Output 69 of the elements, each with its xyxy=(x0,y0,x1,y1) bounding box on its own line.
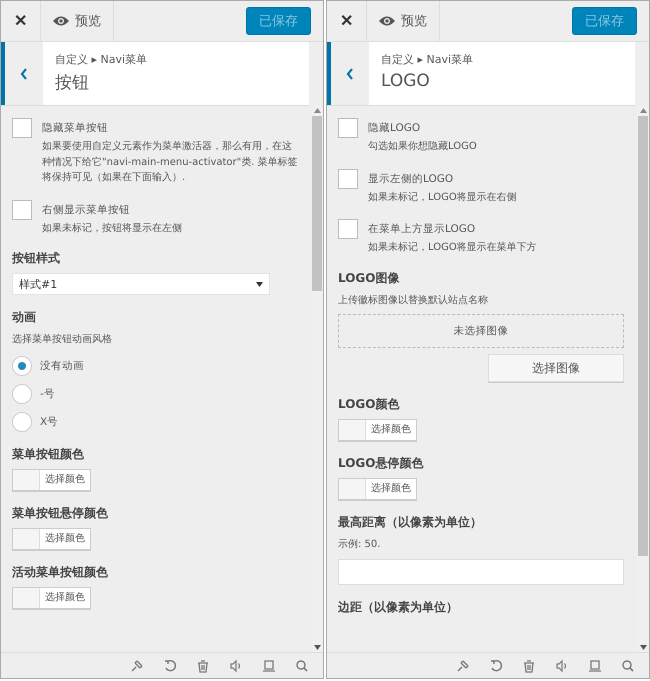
eye-icon xyxy=(379,16,395,26)
setting-title: 动画 xyxy=(12,309,36,326)
checkbox[interactable] xyxy=(12,200,32,220)
speaker-icon[interactable] xyxy=(555,658,569,672)
scroll-down-icon[interactable] xyxy=(640,645,646,650)
section-title: 按钮 xyxy=(55,72,90,94)
trash-icon[interactable] xyxy=(196,658,210,672)
image-upload-field[interactable]: 未选择图像 xyxy=(338,314,624,348)
setting-title: 边距（以像素为单位） xyxy=(338,598,458,616)
speaker-icon[interactable] xyxy=(229,658,243,672)
scrollbar[interactable] xyxy=(637,106,649,652)
chevron-left-icon xyxy=(346,68,354,80)
back-button[interactable] xyxy=(327,42,369,105)
back-button[interactable] xyxy=(1,42,43,105)
radio-label: X号 xyxy=(40,414,58,428)
description: 如果要使用自定义元素作为菜单激活器，那么有用，在这种情况下给它"navi-main-menu-activator"类. 菜单标签将保持可见（如果在下面输入）. xyxy=(42,140,299,185)
search-icon[interactable] xyxy=(295,658,309,672)
refresh-icon[interactable] xyxy=(489,658,503,672)
description: 示例: 50. xyxy=(338,538,380,552)
setting-title: 最高距离（以像素为单位） xyxy=(338,514,482,531)
search-icon[interactable] xyxy=(621,658,635,672)
radio-label: 没有动画 xyxy=(40,358,84,372)
refresh-icon[interactable] xyxy=(163,658,177,672)
color-picker-button[interactable]: 选择颜色 xyxy=(12,528,91,550)
scroll-up-icon[interactable] xyxy=(314,108,320,113)
checkbox-label: 右侧显示菜单按钮 xyxy=(42,202,131,216)
checkbox-label: 隐藏菜单按钮 xyxy=(42,121,109,135)
radio-label: -号 xyxy=(40,386,55,400)
description: 勾选如果你想隐藏LOGO xyxy=(368,140,477,154)
checkbox-label: 隐藏LOGO xyxy=(368,121,422,135)
color-picker-button[interactable]: 选择颜色 xyxy=(338,419,417,441)
description: 如果未标记，LOGO将显示在右侧 xyxy=(368,190,517,204)
checkbox-label: 显示左侧的LOGO xyxy=(368,172,454,186)
layout-icon[interactable] xyxy=(588,658,602,672)
setting-title: 菜单按钮颜色 xyxy=(12,446,84,462)
select-image-button[interactable]: 选择图像 xyxy=(488,354,624,382)
setting-title: LOGO悬停颜色 xyxy=(338,455,424,472)
trash-icon[interactable] xyxy=(522,658,536,672)
setting-title: 按钮样式 xyxy=(12,250,60,267)
radio-button[interactable] xyxy=(12,412,32,432)
checkbox-label: 在菜单上方显示LOGO xyxy=(368,222,476,236)
radio-button[interactable] xyxy=(12,384,32,404)
color-picker-button[interactable]: 选择颜色 xyxy=(12,586,91,608)
description: 如果未标记，按钮将显示在左侧 xyxy=(42,222,182,236)
breadcrumb: 自定义 ▸ Navi菜单 xyxy=(55,52,148,67)
breadcrumb: 自定义 ▸ Navi菜单 xyxy=(381,52,474,67)
scroll-up-icon[interactable] xyxy=(640,108,646,113)
checkbox[interactable] xyxy=(12,118,32,138)
setting-title: LOGO颜色 xyxy=(338,396,400,413)
input-field[interactable] xyxy=(338,558,624,584)
style-dropdown[interactable]: 样式#1 xyxy=(12,273,270,295)
eye-icon xyxy=(53,16,69,26)
checkbox[interactable] xyxy=(338,168,358,188)
color-picker-button[interactable]: 选择颜色 xyxy=(12,468,91,490)
setting-title: LOGO图像 xyxy=(338,270,400,286)
chevron-left-icon xyxy=(20,68,28,80)
color-picker-button[interactable]: 选择颜色 xyxy=(338,478,417,500)
section-title: LOGO xyxy=(381,71,431,91)
description: 选择菜单按钮动画风格 xyxy=(12,332,112,347)
scroll-down-icon[interactable] xyxy=(314,645,320,650)
description: 上传徽标图像以替换默认站点名称 xyxy=(338,294,488,308)
layout-icon[interactable] xyxy=(262,658,276,672)
description: 如果未标记，LOGO将显示在菜单下方 xyxy=(368,240,537,255)
setting-title: 菜单按钮悬停颜色 xyxy=(12,504,108,522)
checkbox[interactable] xyxy=(338,118,358,138)
checkbox[interactable] xyxy=(338,219,358,239)
dropdown-arrow-icon xyxy=(256,282,263,286)
setting-title: 活动菜单按钮颜色 xyxy=(12,564,108,580)
radio-button[interactable] xyxy=(12,356,32,376)
